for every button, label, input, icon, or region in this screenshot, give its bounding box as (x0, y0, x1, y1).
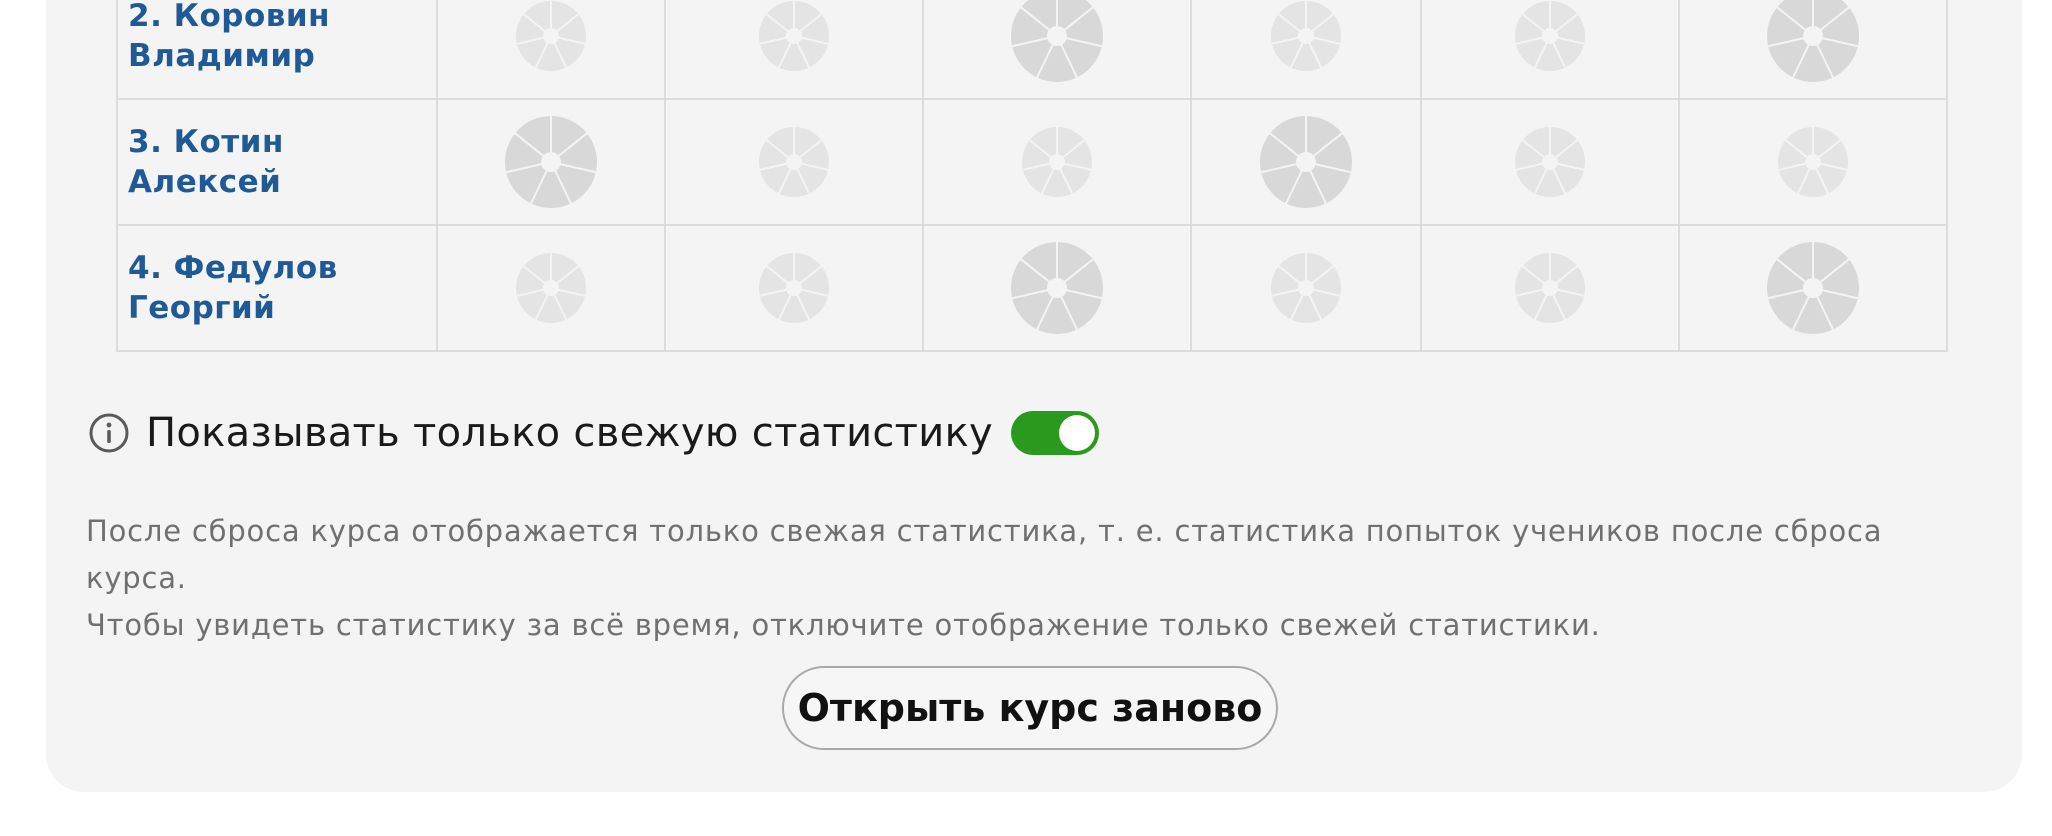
progress-cell[interactable] (1420, 0, 1680, 100)
progress-pie-icon (759, 253, 829, 323)
progress-pie-icon (1011, 242, 1103, 334)
progress-cell[interactable] (664, 0, 924, 100)
student-name-cell: 3. Котин Алексей (116, 98, 438, 226)
progress-cell[interactable] (1678, 224, 1948, 352)
progress-cell[interactable] (664, 224, 924, 352)
progress-cell[interactable] (922, 224, 1192, 352)
fresh-stats-label: Показывать только свежую статистику (146, 410, 994, 456)
student-stats-table: 2. Коровин Владимир 3. Котин Алексей 4. Фе… (116, 0, 1948, 352)
progress-pie-icon (516, 253, 586, 323)
progress-cell[interactable] (1678, 98, 1948, 226)
progress-pie-icon (1515, 127, 1585, 197)
progress-cell[interactable] (1190, 224, 1422, 352)
progress-pie-icon (1260, 116, 1352, 208)
progress-pie-icon (1767, 0, 1859, 82)
student-row: 3. Котин Алексей (116, 98, 1948, 226)
progress-pie-icon (516, 1, 586, 71)
progress-pie-icon (1011, 0, 1103, 82)
fresh-stats-note: После сброса курса отображается только с… (86, 508, 1986, 649)
progress-cell[interactable] (436, 224, 666, 352)
progress-cell[interactable] (436, 0, 666, 100)
student-name-cell: 4. Федулов Георгий (116, 224, 438, 352)
info-icon[interactable] (88, 412, 130, 454)
fresh-stats-toggle[interactable] (1011, 411, 1100, 455)
progress-pie-icon (1022, 127, 1092, 197)
progress-pie-icon (759, 127, 829, 197)
progress-pie-icon (505, 116, 597, 208)
student-name-link[interactable]: 3. Котин Алексей (128, 122, 436, 202)
progress-pie-icon (1515, 253, 1585, 323)
progress-pie-icon (1271, 253, 1341, 323)
student-name-cell: 2. Коровин Владимир (116, 0, 438, 100)
progress-cell[interactable] (1420, 224, 1680, 352)
progress-cell[interactable] (922, 98, 1192, 226)
progress-pie-icon (1271, 1, 1341, 71)
progress-cell[interactable] (1190, 98, 1422, 226)
reopen-course-button[interactable]: Открыть курс заново (782, 666, 1278, 750)
progress-cell[interactable] (1190, 0, 1422, 100)
progress-cell[interactable] (664, 98, 924, 226)
note-line-1: После сброса курса отображается только с… (86, 514, 1883, 595)
progress-cell[interactable] (1678, 0, 1948, 100)
fresh-stats-row: Показывать только свежую статистику (88, 410, 1100, 456)
note-line-2: Чтобы увидеть статистику за всё время, о… (86, 608, 1601, 642)
progress-cell[interactable] (1420, 98, 1680, 226)
progress-pie-icon (759, 1, 829, 71)
student-name-link[interactable]: 2. Коровин Владимир (128, 0, 436, 76)
progress-pie-icon (1515, 1, 1585, 71)
progress-cell[interactable] (436, 98, 666, 226)
progress-pie-icon (1778, 127, 1848, 197)
student-name-link[interactable]: 4. Федулов Георгий (128, 248, 436, 328)
student-row: 4. Федулов Георгий (116, 224, 1948, 352)
progress-cell[interactable] (922, 0, 1192, 100)
student-row: 2. Коровин Владимир (116, 0, 1948, 100)
progress-pie-icon (1767, 242, 1859, 334)
toggle-knob (1059, 415, 1096, 451)
